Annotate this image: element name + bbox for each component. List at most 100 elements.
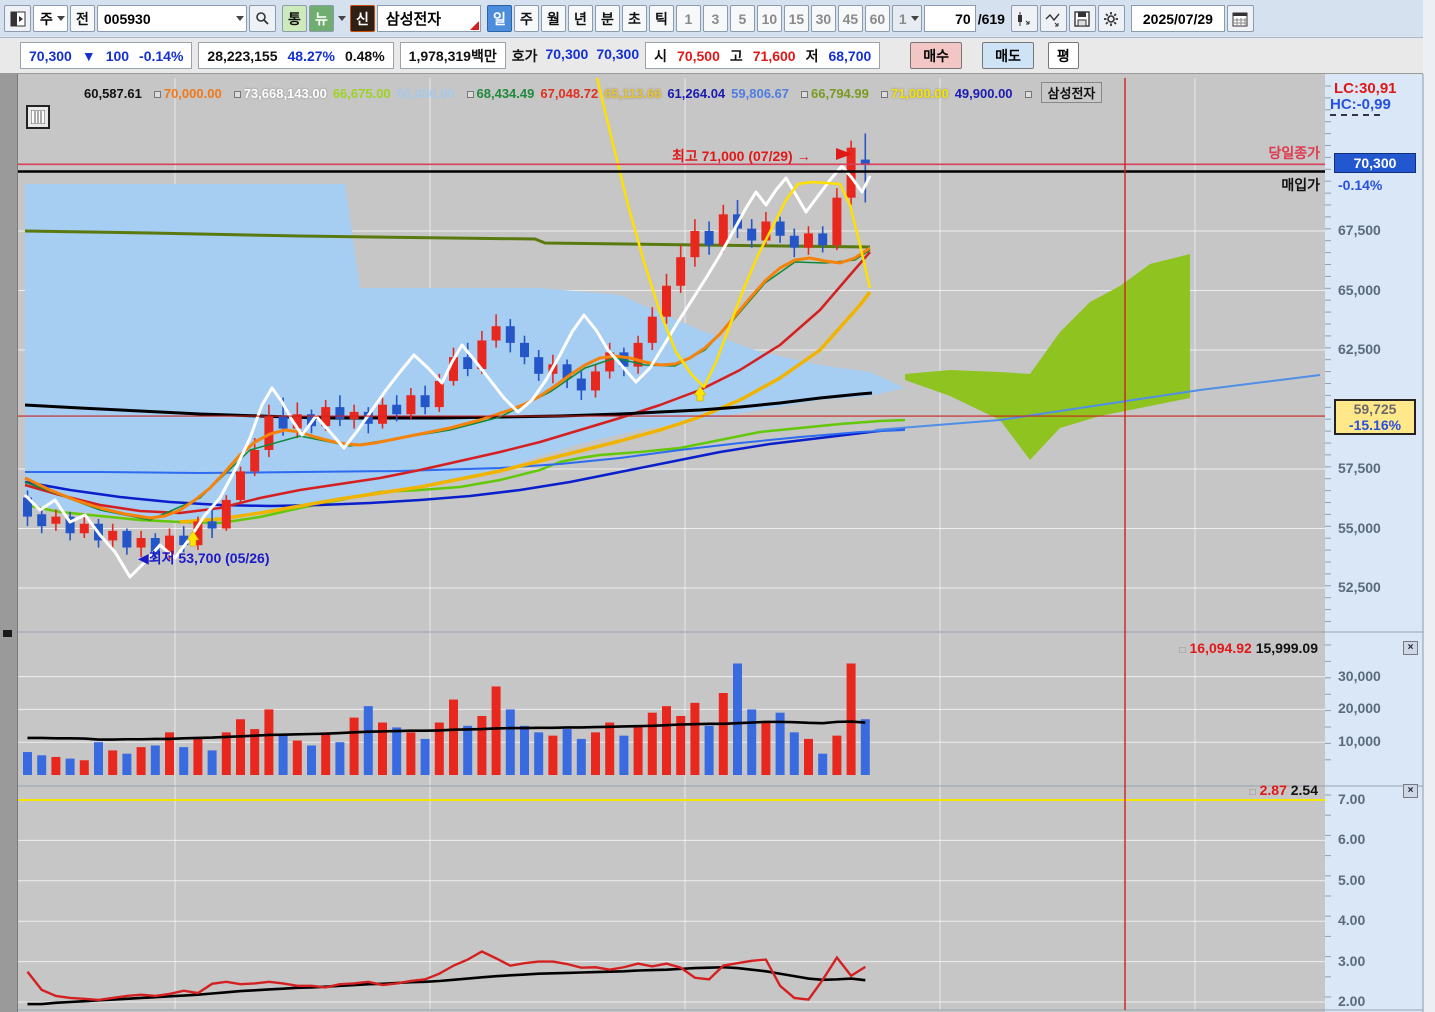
volume-ma-red-value: 16,094.92 [1189, 640, 1252, 656]
volume-bar [122, 753, 132, 775]
candle-body [804, 233, 813, 248]
candle-body [747, 228, 757, 241]
candle-body [236, 471, 245, 500]
candle-body [392, 404, 402, 415]
candle-body [690, 231, 700, 258]
volume-bar [79, 760, 89, 775]
volume-bar [605, 722, 615, 775]
candle-body [576, 378, 586, 391]
candle-body [51, 516, 61, 524]
volume-bar [690, 702, 700, 775]
volume-bar [37, 755, 47, 775]
candle-body [221, 499, 231, 529]
candle-body [108, 530, 118, 541]
right-edge-strip [1423, 0, 1435, 1012]
volume-bar [179, 747, 189, 775]
axis-tick-label: -0.14% [1338, 177, 1383, 194]
volume-bar [449, 699, 458, 775]
alert-price-axis-box: 59,725 -15.16% [1334, 399, 1416, 436]
volume-bar [633, 725, 643, 775]
candle-body [207, 521, 217, 529]
indicator-value: 60,450.00 [396, 86, 455, 101]
candle-body [434, 380, 444, 408]
volume-bar [718, 693, 728, 775]
candle-body [250, 449, 260, 472]
candle-body [534, 357, 544, 374]
indicator-checkbox[interactable] [1024, 91, 1032, 98]
close-icon[interactable]: × [1403, 784, 1418, 798]
candle-body [505, 326, 515, 343]
low-annotation: ◀최저 53,700 (05/26) [138, 550, 270, 566]
axis-tick-label: 65,000 [1338, 281, 1381, 298]
indicator-checkbox[interactable] [233, 91, 241, 98]
axis-tick-label: 52,500 [1338, 579, 1381, 595]
candle-body [491, 326, 501, 341]
candle-body [591, 371, 600, 391]
indicator-value: 70,000.00 [163, 86, 222, 101]
candle-body [704, 231, 714, 246]
volume-bar [832, 735, 842, 775]
indicator-checkbox[interactable] [801, 91, 809, 98]
indicator-value: 61,264.04 [667, 86, 726, 101]
candle-body [463, 357, 473, 370]
volume-bar [349, 717, 359, 775]
volume-bar [704, 725, 714, 775]
volume-bar [335, 742, 345, 775]
axis-tick-label: 7.00 [1338, 791, 1366, 807]
volume-bar [477, 715, 487, 775]
current-price-axis-box: 70,300 [1334, 153, 1416, 174]
volume-bar [463, 725, 473, 775]
volume-bar [207, 750, 217, 775]
volume-bar [307, 745, 316, 775]
candle-body [79, 523, 89, 534]
indicator-checkbox[interactable] [880, 91, 888, 98]
volume-bar [846, 663, 856, 775]
axis-tick-label: 20,000 [1338, 700, 1381, 717]
indicator-checkbox[interactable] [466, 91, 474, 98]
axis-tick-label: 67,500 [1338, 222, 1381, 238]
candle-body [832, 197, 842, 246]
candle-body [662, 285, 671, 317]
volume-bar [534, 732, 544, 775]
dashed-marker [1330, 114, 1380, 116]
axis-tick-label: 57,500 [1338, 460, 1381, 476]
indicator-value: 49,900.00 [954, 86, 1013, 101]
volume-bar [193, 738, 203, 775]
indicator-pane-label: □ 2.87 2.54 [1249, 782, 1318, 798]
candle-body [278, 416, 288, 429]
volume-bar [818, 753, 828, 775]
volume-bar [491, 686, 501, 775]
candle-body [335, 407, 345, 420]
indicator-black-value: 2.54 [1290, 782, 1318, 798]
hc-value: HC:-0,99 [1330, 96, 1391, 113]
indicator-checkbox[interactable] [153, 91, 161, 98]
left-arrow-icon: ◀ [138, 550, 149, 566]
candle-body [818, 233, 828, 246]
volume-bar [789, 732, 799, 775]
grid-settings-icon[interactable] [26, 105, 50, 129]
volume-bar [520, 725, 529, 775]
candle-body [676, 257, 686, 286]
volume-bar [406, 732, 416, 775]
volume-bar [236, 719, 245, 775]
volume-bar [647, 712, 657, 775]
volume-bar [747, 709, 757, 775]
axis-tick-label: 6.00 [1338, 831, 1366, 848]
volume-bar [505, 709, 515, 775]
indicator-value: 60,587.61 [84, 86, 142, 101]
volume-bar [23, 752, 32, 775]
axis-tick-label: 55,000 [1338, 519, 1381, 536]
axis-tick-label: 30,000 [1338, 667, 1381, 684]
indicator-value: 59,806.67 [731, 86, 790, 101]
candle-body [37, 514, 47, 527]
indicator-value: 68,434.49 [476, 86, 535, 101]
close-icon[interactable]: × [1403, 641, 1418, 655]
volume-bar [804, 738, 813, 775]
volume-bar [136, 747, 146, 775]
volume-bar [576, 738, 586, 775]
volume-bar [94, 742, 103, 775]
candle-body [122, 530, 132, 548]
indicator-value: 67,048.72 [540, 86, 599, 101]
axis-tick-label: 5.00 [1338, 871, 1366, 888]
candle-body [406, 395, 416, 415]
